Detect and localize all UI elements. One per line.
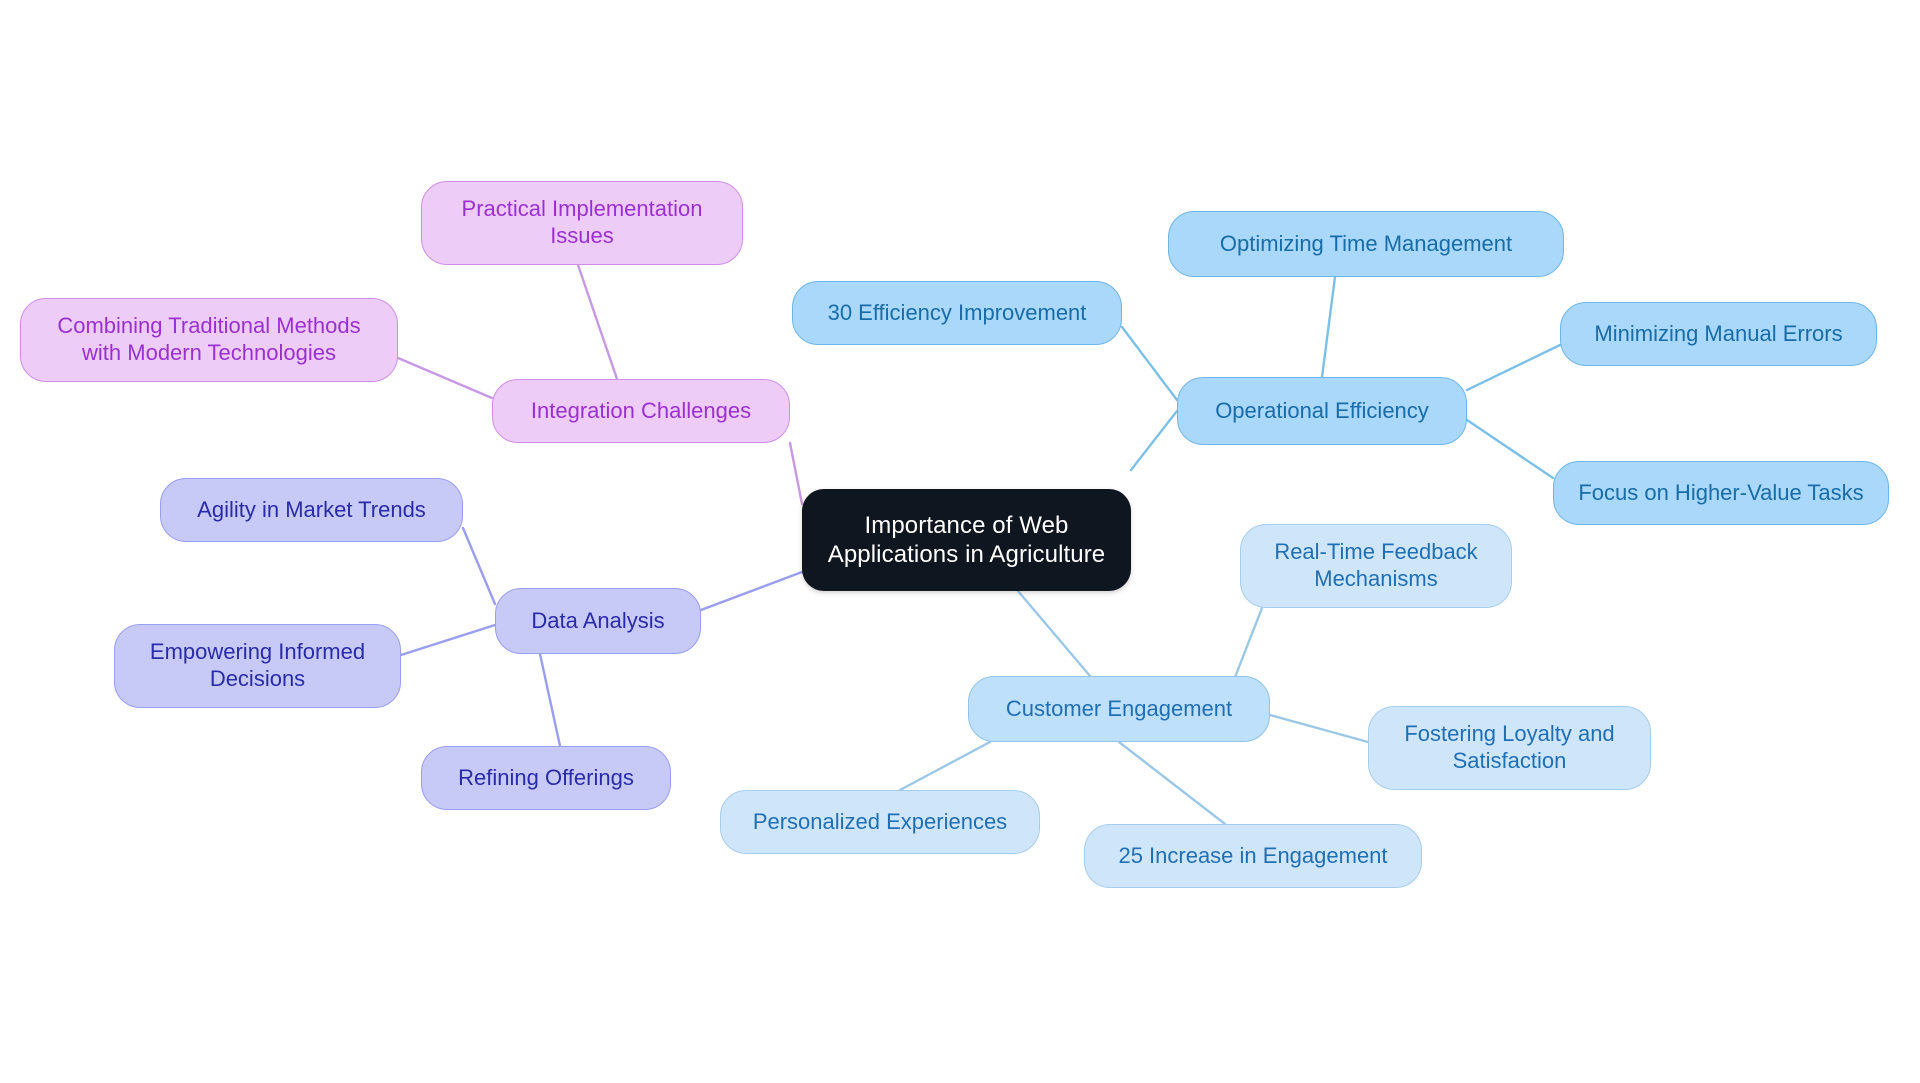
- node-label: Personalized Experiences: [752, 808, 1008, 834]
- mindmap-node-optimizing_time[interactable]: Optimizing Time Management: [1168, 211, 1564, 277]
- mindmap-node-fostering_loyalty[interactable]: Fostering Loyalty and Satisfaction: [1368, 706, 1651, 790]
- mindmap-node-personalized_experiences[interactable]: Personalized Experiences: [720, 790, 1040, 854]
- node-label: 25 Increase in Engagement: [1118, 842, 1388, 868]
- edge-data_analysis-to-empowering_decisions: [399, 623, 497, 657]
- mindmap-node-practical_issues[interactable]: Practical Implementation Issues: [421, 181, 743, 265]
- mindmap-node-agility_market[interactable]: Agility in Market Trends: [160, 478, 463, 542]
- node-label: Operational Efficiency: [1215, 397, 1429, 423]
- edge-operational-to-optimizing_time: [1320, 275, 1337, 379]
- node-label: Integration Challenges: [530, 397, 752, 423]
- edge-root-to-customer: [1016, 589, 1092, 678]
- node-label: Fostering Loyalty and Satisfaction: [1404, 721, 1615, 773]
- node-label: Data Analysis: [531, 607, 665, 633]
- node-label: Optimizing Time Management: [1219, 230, 1513, 256]
- edge-operational-to-efficiency_improvement: [1120, 325, 1179, 402]
- edge-root-to-operational: [1129, 409, 1179, 472]
- mindmap-node-refining_offerings[interactable]: Refining Offerings: [421, 746, 671, 810]
- node-label: Combining Traditional Methods with Moder…: [57, 313, 361, 365]
- mindmap-canvas: Importance of Web Applications in Agricu…: [0, 0, 1920, 1083]
- mindmap-node-combining_methods[interactable]: Combining Traditional Methods with Moder…: [20, 298, 398, 382]
- node-label: Real-Time Feedback Mechanisms: [1274, 539, 1478, 591]
- node-label: Importance of Web Applications in Agricu…: [827, 511, 1106, 568]
- mindmap-node-realtime_feedback[interactable]: Real-Time Feedback Mechanisms: [1240, 524, 1512, 608]
- mindmap-node-empowering_decisions[interactable]: Empowering Informed Decisions: [114, 624, 401, 708]
- mindmap-node-integration[interactable]: Integration Challenges: [492, 379, 790, 443]
- mindmap-node-higher_value_tasks[interactable]: Focus on Higher-Value Tasks: [1553, 461, 1889, 525]
- mindmap-node-operational[interactable]: Operational Efficiency: [1177, 377, 1467, 445]
- edge-operational-to-minimizing_errors: [1465, 343, 1562, 392]
- edge-root-to-integration: [788, 441, 804, 506]
- node-label: Focus on Higher-Value Tasks: [1578, 479, 1864, 505]
- mindmap-node-minimizing_errors[interactable]: Minimizing Manual Errors: [1560, 302, 1877, 366]
- mindmap-node-increase_engagement[interactable]: 25 Increase in Engagement: [1084, 824, 1422, 888]
- edge-customer-to-personalized_experiences: [898, 740, 992, 792]
- edge-customer-to-fostering_loyalty: [1268, 713, 1370, 744]
- node-label: Customer Engagement: [1005, 695, 1233, 721]
- mindmap-node-data_analysis[interactable]: Data Analysis: [495, 588, 701, 654]
- edge-operational-to-higher_value_tasks: [1465, 418, 1555, 480]
- edge-root-to-data_analysis: [699, 570, 804, 612]
- node-label: Empowering Informed Decisions: [149, 639, 366, 691]
- mindmap-node-efficiency_improvement[interactable]: 30 Efficiency Improvement: [792, 281, 1122, 345]
- edge-integration-to-practical_issues: [576, 263, 619, 381]
- node-label: Refining Offerings: [458, 764, 634, 790]
- edge-data_analysis-to-agility_market: [461, 526, 497, 606]
- mindmap-node-customer[interactable]: Customer Engagement: [968, 676, 1270, 742]
- node-label: Practical Implementation Issues: [461, 196, 703, 248]
- node-label: 30 Efficiency Improvement: [827, 299, 1087, 325]
- node-label: Agility in Market Trends: [197, 496, 426, 522]
- mindmap-root-node[interactable]: Importance of Web Applications in Agricu…: [802, 489, 1131, 591]
- edge-customer-to-increase_engagement: [1117, 740, 1227, 826]
- edge-integration-to-combining_methods: [396, 356, 494, 400]
- node-label: Minimizing Manual Errors: [1594, 320, 1843, 346]
- edge-data_analysis-to-refining_offerings: [538, 652, 562, 748]
